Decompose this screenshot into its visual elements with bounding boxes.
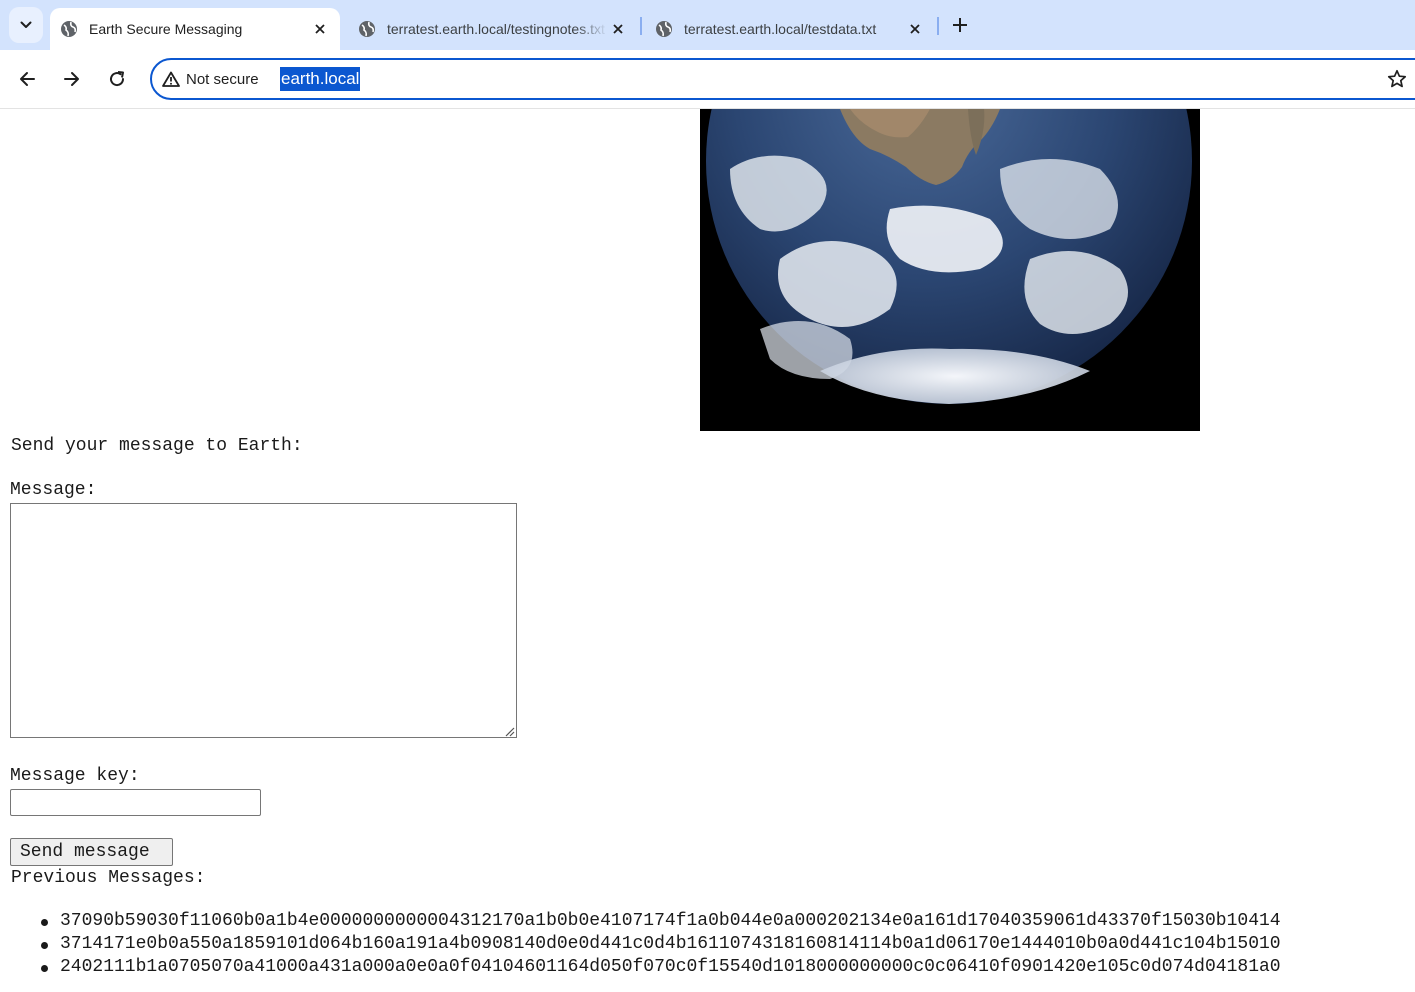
earth-image [700,109,1200,431]
toolbar: Not secure earth.local [0,50,1415,109]
site-info-chip[interactable]: Not secure [162,69,259,89]
tab-testdata[interactable]: terratest.earth.local/testdata.txt [645,8,935,50]
resize-grip-icon[interactable] [505,727,515,737]
list-item: 3714171e0b0a550a1859101d064b160a191a4b09… [0,933,1415,956]
message-textarea[interactable] [10,503,517,738]
security-label: Not secure [186,70,259,88]
message-key-label: Message key: [10,766,140,786]
bookmark-button[interactable] [1385,67,1409,91]
tab-title: terratest.earth.local/testdata.txt [684,21,877,37]
previous-messages-label: Previous Messages: [11,868,206,888]
close-icon[interactable] [310,19,330,39]
url-text[interactable]: earth.local [280,67,361,91]
tab-title: Earth Secure Messaging [89,21,243,37]
send-message-button[interactable]: Send message [10,838,173,866]
reload-button[interactable] [104,66,130,92]
back-button[interactable] [14,66,40,92]
close-icon[interactable] [905,19,925,39]
tab-separator [640,17,642,35]
arrow-left-icon [20,72,35,86]
tab-earth-secure-messaging[interactable]: Earth Secure Messaging [50,8,340,50]
tab-separator [937,17,939,35]
arrow-right-icon [64,72,79,86]
globe-icon [60,20,78,38]
tab-search-button[interactable] [9,7,43,43]
close-icon[interactable] [608,19,628,39]
chevron-down-icon [20,21,32,28]
tab-testingnotes[interactable]: terratest.earth.local/testingnotes.txt [348,8,638,50]
forward-button[interactable] [59,66,85,92]
reload-icon [110,71,125,87]
message-label: Message: [10,480,97,500]
message-key-input[interactable] [10,789,261,816]
tab-strip: Earth Secure Messaging terratest.earth.l… [0,0,1415,50]
warning-icon [162,71,180,87]
globe-icon [358,20,376,38]
tab-title: terratest.earth.local/testingnotes.txt [387,21,605,37]
new-tab-button[interactable] [948,13,972,37]
globe-icon [655,20,673,38]
list-item: 2402111b1a0705070a41000a431a000a0e0a0f04… [0,956,1415,979]
star-icon [1387,69,1407,88]
previous-messages-list: 37090b59030f11060b0a1b4e0000000000004312… [0,910,1415,979]
page-prompt: Send your message to Earth: [11,436,303,456]
plus-icon [953,18,967,32]
page-content: Send your message to Earth: Message: Mes… [0,109,1415,992]
list-item: 37090b59030f11060b0a1b4e0000000000004312… [0,910,1415,933]
address-bar[interactable]: Not secure earth.local [150,58,1415,100]
